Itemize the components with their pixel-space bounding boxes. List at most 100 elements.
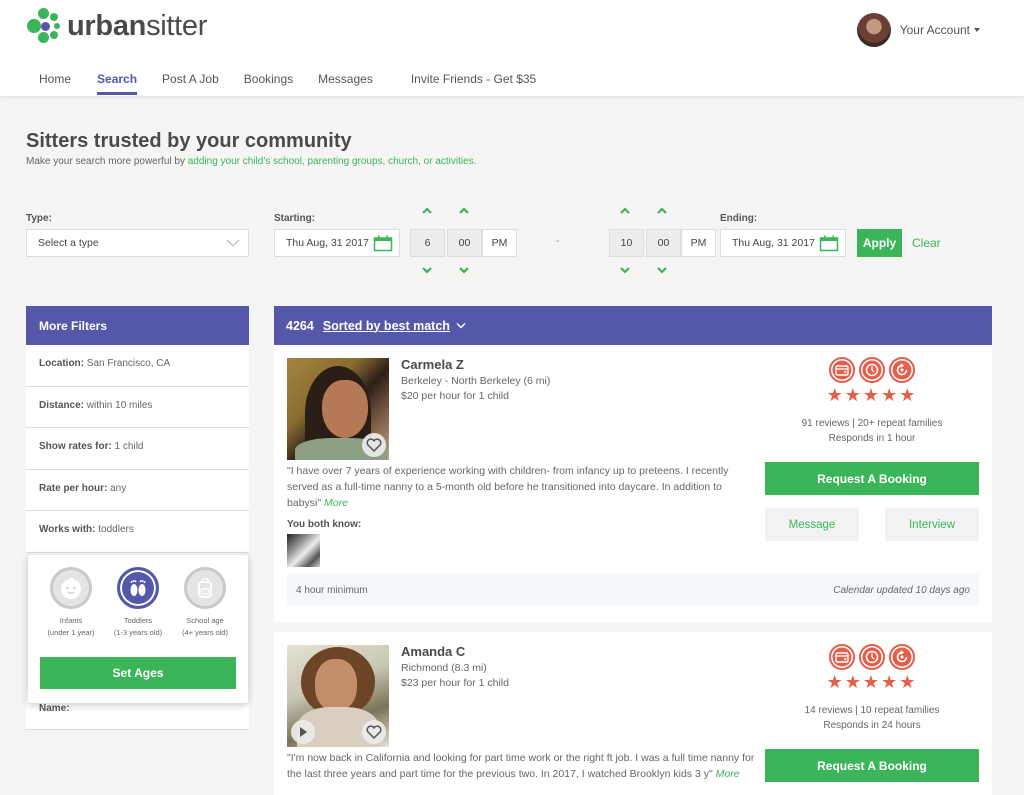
clear-link[interactable]: Clear — [912, 236, 941, 250]
age-option-name: Infants — [59, 616, 83, 625]
payment-card-icon — [829, 357, 855, 383]
mutual-friend-avatar[interactable] — [287, 534, 320, 567]
more-link[interactable]: More — [716, 768, 740, 780]
interview-button[interactable]: Interview — [885, 508, 979, 541]
start-minute-down-icon[interactable] — [458, 266, 470, 275]
mutual-connections-label: You both know: — [287, 519, 362, 530]
time-range-separator: - — [556, 236, 560, 247]
type-select[interactable]: Select a type — [26, 229, 249, 257]
minimum-hours: 4 hour minimum — [296, 584, 368, 596]
logo[interactable]: urbansitter — [26, 8, 207, 44]
bio-text: "I have over 7 years of experience worki… — [287, 465, 729, 509]
logo-wordmark: urbansitter — [67, 9, 208, 42]
start-minute-input[interactable]: 00 — [447, 229, 482, 257]
age-option-infants[interactable]: Infants (under 1 year) — [36, 567, 106, 639]
sitter-photo[interactable] — [287, 358, 389, 460]
nav-search[interactable]: Search — [97, 63, 138, 96]
sort-dropdown[interactable]: Sorted by best match — [323, 319, 450, 333]
add-groups-link[interactable]: adding your child's school, parenting gr… — [188, 156, 477, 167]
start-hour-down-icon[interactable] — [421, 266, 433, 275]
page-subtitle: Make your search more powerful by adding… — [26, 156, 476, 167]
reviews-count[interactable]: 91 reviews | 20+ repeat families — [802, 418, 943, 429]
calendar-icon[interactable] — [373, 235, 393, 252]
start-hour-input[interactable]: 6 — [410, 229, 445, 257]
type-label: Type: — [26, 213, 52, 224]
caret-down-icon — [974, 28, 980, 32]
nav-messages[interactable]: Messages — [318, 63, 373, 96]
start-hour-up-icon[interactable] — [421, 206, 433, 215]
reviews-count[interactable]: 14 reviews | 10 repeat families — [805, 705, 940, 716]
results-header: 4264 Sorted by best match — [274, 306, 992, 345]
start-date-input[interactable]: Thu Aug, 31 2017 — [274, 229, 400, 257]
end-hour-input[interactable]: 10 — [609, 229, 644, 257]
payment-card-icon — [829, 644, 855, 670]
results-count: 4264 — [286, 318, 314, 333]
play-video-button[interactable] — [291, 720, 315, 744]
more-link[interactable]: More — [324, 497, 348, 509]
favorite-button[interactable] — [362, 720, 386, 744]
end-minute-up-icon[interactable] — [656, 206, 668, 215]
sitter-bio: "I'm now back in California and looking … — [287, 750, 757, 782]
sitter-rate: $23 per hour for 1 child — [401, 677, 509, 689]
ending-label: Ending: — [720, 213, 758, 224]
logo-mark-icon — [26, 8, 62, 44]
heart-icon — [366, 438, 382, 452]
age-option-name: Toddlers — [123, 616, 153, 625]
chevron-down-icon — [226, 239, 240, 248]
repeat-icon — [889, 644, 915, 670]
end-date-input[interactable]: Thu Aug, 31 2017 — [720, 229, 846, 257]
baby-face-icon — [50, 567, 92, 609]
avatar[interactable] — [856, 13, 891, 47]
filter-location[interactable]: Location: San Francisco, CA — [26, 345, 249, 387]
sitter-photo[interactable] — [287, 645, 389, 747]
end-hour-up-icon[interactable] — [619, 206, 631, 215]
badges — [765, 357, 979, 383]
starting-label: Starting: — [274, 213, 316, 224]
bio-text: "I'm now back in California and looking … — [287, 752, 755, 780]
request-booking-button[interactable]: Request A Booking — [765, 749, 979, 782]
calendar-updated: Calendar updated 10 days ago — [833, 584, 970, 596]
start-minute-up-icon[interactable] — [458, 206, 470, 215]
page-title: Sitters trusted by your community — [26, 130, 352, 152]
star-rating: ★★★★★ — [826, 385, 918, 405]
filter-rates-for[interactable]: Show rates for: 1 child — [26, 428, 249, 470]
favorite-button[interactable] — [362, 433, 386, 457]
footprints-icon — [117, 567, 159, 609]
start-ampm-toggle[interactable]: PM — [482, 229, 517, 257]
age-option-school-age[interactable]: School age (4+ years old) — [170, 567, 240, 639]
request-booking-button[interactable]: Request A Booking — [765, 462, 979, 495]
filter-works-with[interactable]: Works with: toddlers — [26, 511, 249, 553]
filters-sidebar: More Filters Location: San Francisco, CA… — [26, 306, 249, 553]
filter-distance[interactable]: Distance: within 10 miles — [26, 386, 249, 428]
site-header: urbansitter Home Search Post A Job Booki… — [0, 0, 1024, 97]
nav-home[interactable]: Home — [39, 63, 71, 96]
account-menu[interactable]: Your Account — [856, 13, 980, 47]
age-option-range: (under 1 year) — [47, 628, 95, 637]
end-date-value: Thu Aug, 31 2017 — [732, 237, 815, 249]
age-option-toddlers[interactable]: Toddlers (1-3 years old) — [103, 567, 173, 639]
calendar-icon[interactable] — [819, 235, 839, 252]
sitter-name[interactable]: Carmela Z — [401, 357, 464, 372]
end-ampm-toggle[interactable]: PM — [681, 229, 716, 257]
message-button[interactable]: Message — [765, 508, 859, 541]
set-ages-button[interactable]: Set Ages — [40, 657, 236, 689]
nav-post-a-job[interactable]: Post A Job — [162, 63, 219, 96]
filter-rate-per-hour[interactable]: Rate per hour: any — [26, 469, 249, 511]
backpack-icon — [184, 567, 226, 609]
clock-icon — [859, 644, 885, 670]
end-minute-input[interactable]: 00 — [646, 229, 681, 257]
reviews-summary: 14 reviews | 10 repeat families Responds … — [765, 703, 979, 733]
nav-invite-friends[interactable]: Invite Friends - Get $35 — [411, 63, 536, 96]
badges — [765, 644, 979, 670]
apply-button[interactable]: Apply — [857, 229, 902, 257]
end-hour-down-icon[interactable] — [619, 266, 631, 275]
end-minute-down-icon[interactable] — [656, 266, 668, 275]
nav-bookings[interactable]: Bookings — [244, 63, 293, 96]
account-label[interactable]: Your Account — [900, 23, 970, 37]
chevron-down-icon[interactable] — [456, 322, 466, 329]
sitter-name[interactable]: Amanda C — [401, 644, 465, 659]
clock-icon — [859, 357, 885, 383]
sitter-location: Berkeley - North Berkeley (6 mi) — [401, 375, 551, 387]
play-icon — [300, 727, 307, 737]
main-nav: Home Search Post A Job Bookings Messages… — [26, 63, 536, 96]
